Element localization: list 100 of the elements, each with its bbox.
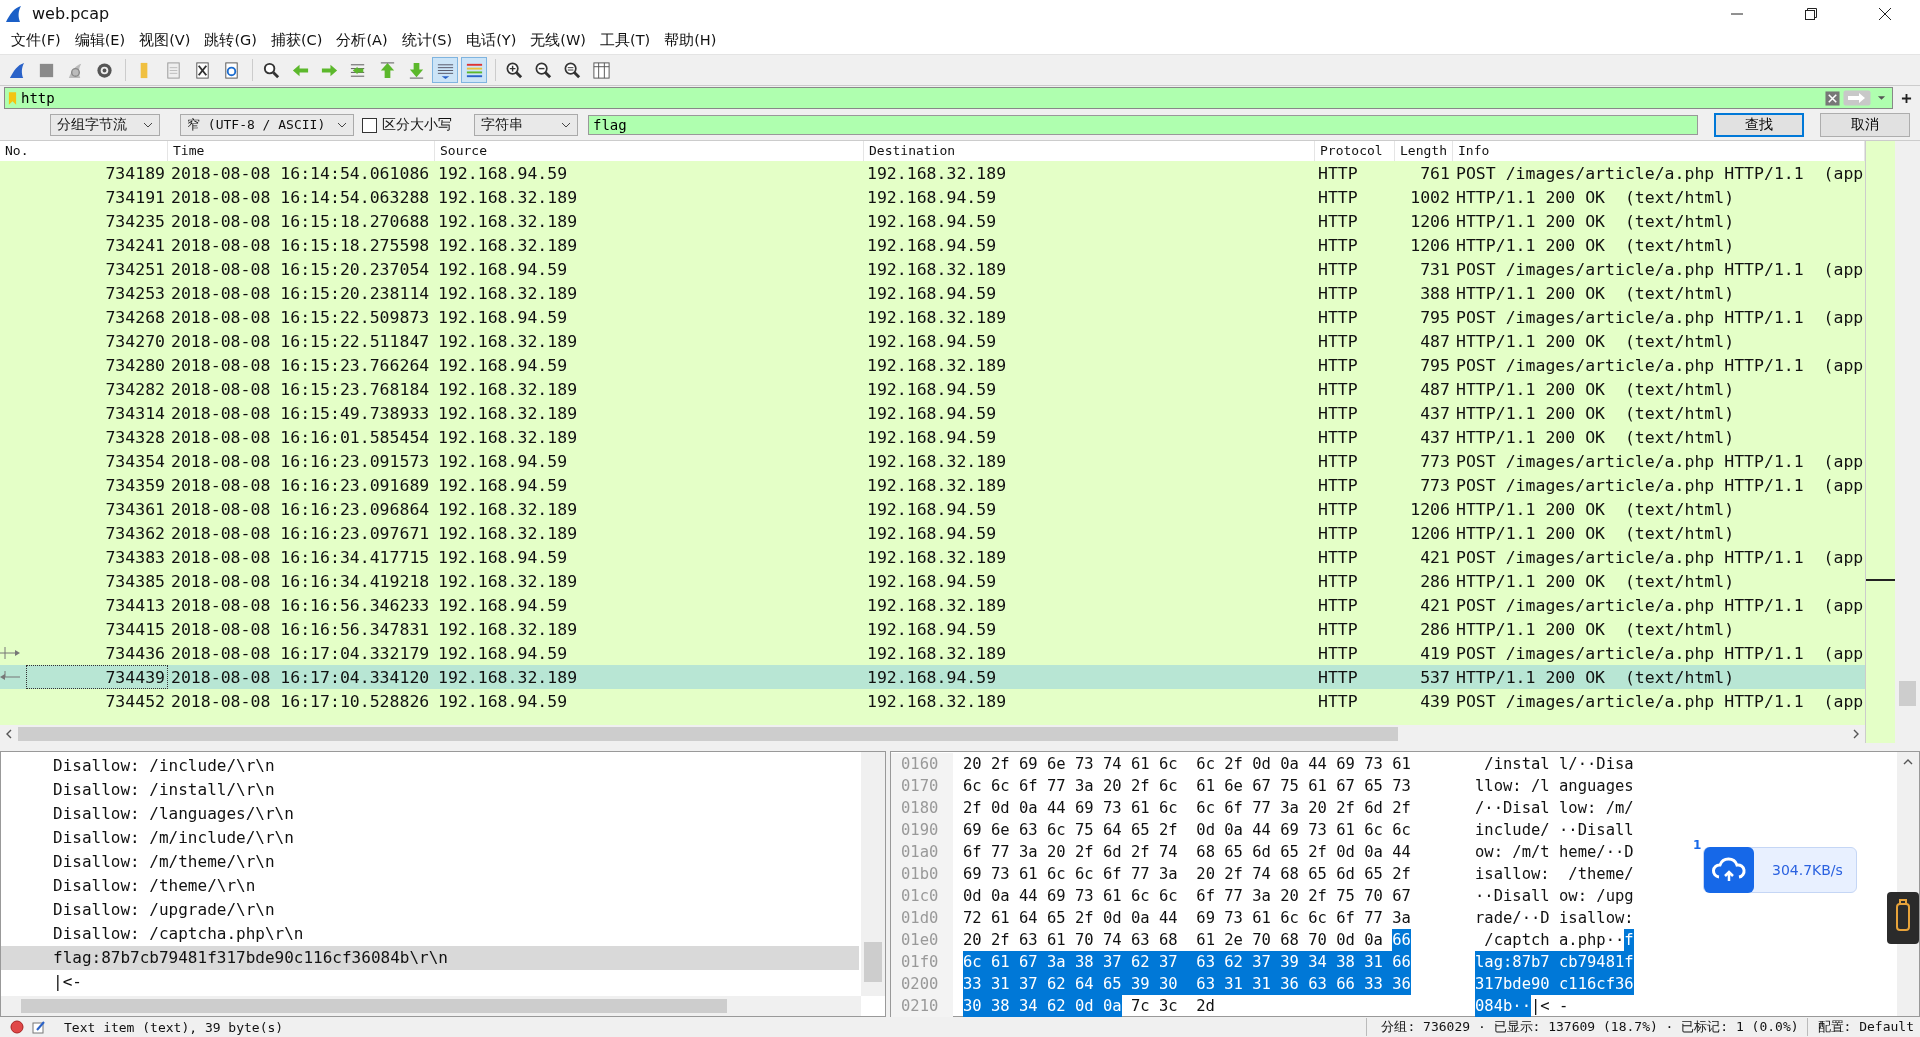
packet-row[interactable]: 734439 2018-08-08 16:17:04.334120 192.168.32.189 192.168.94.59 HTTP 537 HTTP/1.1 200 OK (text/html) — [0, 665, 1865, 690]
packet-time: 2018-08-08 16:15:18.275598 — [170, 235, 431, 255]
byte-offset: 0190 — [891, 819, 953, 842]
packet-info: HTTP/1.1 200 OK (text/html) — [1455, 667, 1736, 687]
ascii-bytes[interactable]: /··Disal low: /m/ — [1475, 797, 1634, 820]
packet-protocol: HTTP — [1317, 235, 1359, 255]
scroll-right-icon[interactable] — [1852, 729, 1860, 740]
detail-line[interactable]: Disallow: /install/\r\n — [1, 778, 859, 803]
menu-item[interactable]: 电话(Y) — [459, 31, 524, 51]
menu-item[interactable]: 无线(W) — [523, 31, 593, 51]
ascii-bytes[interactable]: ··Disall ow: /upg — [1475, 885, 1634, 908]
scroll-left-icon[interactable] — [5, 729, 13, 740]
hex-bytes[interactable]: 6c 6c 6f 77 3a 20 2f 6c 61 6e 67 75 61 67 65 73 — [963, 775, 1411, 798]
packet-source: 192.168.94.59 — [437, 643, 569, 663]
hex-bytes[interactable]: 66 — [1392, 929, 1411, 952]
packet-number: 734359 — [105, 475, 165, 495]
packet-time: 2018-08-08 16:15:20.237054 — [170, 259, 431, 279]
record-icon[interactable] — [10, 1020, 24, 1035]
packet-protocol: HTTP — [1317, 211, 1359, 231]
packet-protocol: HTTP — [1317, 475, 1359, 495]
ascii-bytes[interactable]: 317bde90 c116cf36 — [1475, 973, 1634, 996]
detail-line[interactable]: |<- — [1, 970, 859, 995]
display-filter-bar[interactable]: http — [4, 87, 1893, 110]
packet-protocol: HTTP — [1317, 379, 1359, 399]
hex-bytes[interactable]: 69 73 61 6c 6c 6f 77 3a 20 2f 74 68 65 6d 65 2f — [963, 863, 1411, 886]
usb-drive-icon[interactable] — [1887, 892, 1919, 945]
packet-number: 734362 — [105, 523, 165, 543]
hex-bytes[interactable]: 33 31 37 62 64 65 39 30 63 31 31 36 63 66 33 36 — [963, 973, 1411, 996]
detail-line[interactable]: Disallow: /upgrade/\r\n — [1, 898, 859, 923]
find-bar-button[interactable]: 查找 — [1714, 113, 1804, 138]
toolbar-button[interactable] — [432, 57, 458, 84]
vertical-scrollbar[interactable] — [1895, 141, 1920, 744]
menu-item[interactable]: 分析(A) — [329, 31, 395, 51]
packet-source: 192.168.32.189 — [437, 187, 579, 207]
profile-label[interactable]: 配置: Default — [1806, 1018, 1920, 1037]
clear-icon[interactable] — [1825, 90, 1840, 106]
detail-line[interactable]: Disallow: /m/include/\r\n — [1, 826, 859, 851]
menu-item[interactable]: 捕获(C) — [263, 31, 330, 51]
ascii-bytes[interactable]: /captch a.php·· — [1475, 929, 1625, 952]
menu-item[interactable]: 视图(V) — [132, 31, 198, 51]
search-scope-dropdown[interactable]: 分组字节流 — [50, 114, 160, 137]
ascii-bytes[interactable]: llow: /l anguages — [1475, 775, 1634, 798]
restore-icon[interactable] — [1804, 6, 1818, 21]
hex-bytes[interactable]: 6f 77 3a 20 2f 6d 2f 74 68 65 6d 65 2f 0d 0a 44 — [963, 841, 1411, 864]
add-icon[interactable] — [1901, 92, 1912, 104]
detail-line[interactable]: Disallow: /theme/\r\n — [1, 874, 859, 899]
scroll-up-icon[interactable] — [1903, 758, 1913, 767]
packet-destination: 192.168.94.59 — [866, 187, 998, 207]
menu-item[interactable]: 帮助(H) — [657, 31, 724, 51]
ascii-bytes[interactable]: /instal l/··Disa — [1475, 753, 1634, 776]
menu-item[interactable]: 跳转(G) — [197, 31, 264, 51]
case-sensitive-checkbox[interactable] — [362, 117, 377, 133]
ascii-bytes[interactable]: 084b·· — [1475, 995, 1531, 1018]
search-type-dropdown[interactable]: 字符串 — [474, 114, 578, 137]
detail-line[interactable]: Disallow: /include/\r\n — [1, 754, 859, 779]
ascii-bytes[interactable]: |< - — [1531, 995, 1569, 1018]
find-bar-button[interactable]: 取消 — [1820, 113, 1910, 138]
hex-bytes[interactable]: 20 2f 63 61 70 74 63 68 61 2e 70 68 70 0d 0a — [963, 929, 1383, 952]
ascii-bytes[interactable]: isallow: /theme/ — [1475, 863, 1634, 886]
horizontal-scrollbar[interactable] — [0, 725, 1865, 744]
hex-bytes[interactable]: 69 6e 63 6c 75 64 65 2f 0d 0a 44 69 73 61 6c 6c — [963, 819, 1411, 842]
packet-info: POST /images/article/a.php HTTP/1.1 (app — [1455, 547, 1865, 567]
detail-line[interactable]: Disallow: /captcha.php\r\n — [1, 922, 859, 947]
detail-line[interactable]: Disallow: /languages/\r\n — [1, 802, 859, 827]
hex-bytes[interactable]: 30 38 34 62 0d 0a — [963, 995, 1122, 1018]
caret-icon[interactable] — [1877, 95, 1886, 102]
packet-number: 734191 — [105, 187, 165, 207]
vertical-scrollbar[interactable] — [861, 752, 885, 997]
hex-bytes[interactable]: 2f 0d 0a 44 69 73 61 6c 6c 6f 77 3a 20 2f 6d 2f — [963, 797, 1411, 820]
detail-line[interactable]: Disallow: /m/theme/\r\n — [1, 850, 859, 875]
hex-bytes[interactable]: 6c 61 67 3a 38 37 62 37 63 62 37 39 34 38 31 66 — [963, 951, 1411, 974]
packet-source: 192.168.32.189 — [437, 331, 579, 351]
menu-item[interactable]: 工具(T) — [593, 31, 658, 51]
ascii-bytes[interactable]: rade/··D isallow: — [1475, 907, 1634, 930]
packet-length: 1206 — [1409, 499, 1451, 519]
packet-number: 734361 — [105, 499, 165, 519]
menu-item[interactable]: 文件(F) — [4, 31, 68, 51]
encoding-dropdown[interactable]: 窄 (UTF-8 / ASCII) — [180, 114, 354, 137]
ascii-bytes[interactable]: ow: /m/t heme/··D — [1475, 841, 1634, 864]
close-icon[interactable] — [1878, 6, 1892, 21]
request-marker-icon — [0, 646, 21, 661]
packet-time: 2018-08-08 16:16:34.417715 — [170, 547, 431, 567]
menu-item[interactable]: 统计(S) — [394, 31, 460, 51]
hex-bytes[interactable]: 72 61 64 65 2f 0d 0a 44 69 73 61 6c 6c 6f 77 3a — [963, 907, 1411, 930]
packet-length: 761 — [1419, 163, 1451, 183]
display-filter-field[interactable]: http — [21, 90, 1825, 107]
horizontal-scrollbar[interactable] — [1, 996, 861, 1017]
speed-widget[interactable]: 304.7KB/s — [1703, 847, 1857, 894]
packet-length: 421 — [1419, 547, 1451, 567]
byte-offset: 01e0 — [891, 929, 953, 952]
ascii-bytes[interactable]: f — [1624, 929, 1634, 952]
hex-bytes[interactable]: 20 2f 69 6e 73 74 61 6c 6c 2f 0d 0a 44 69 73 61 — [963, 753, 1411, 776]
ascii-bytes[interactable]: include/ ··Disall — [1475, 819, 1634, 842]
search-field[interactable]: flag — [588, 115, 1698, 136]
ascii-bytes[interactable]: lag:87b7 cb79481f — [1475, 951, 1634, 974]
hex-bytes[interactable]: 0d 0a 44 69 73 61 6c 6c 6f 77 3a 20 2f 75 70 67 — [963, 885, 1411, 908]
menu-item[interactable]: 编辑(E) — [67, 31, 133, 51]
hex-bytes[interactable]: 7c 3c 2d — [1130, 995, 1215, 1018]
edit-icon[interactable] — [32, 1020, 46, 1035]
packet-destination: 192.168.94.59 — [866, 523, 998, 543]
